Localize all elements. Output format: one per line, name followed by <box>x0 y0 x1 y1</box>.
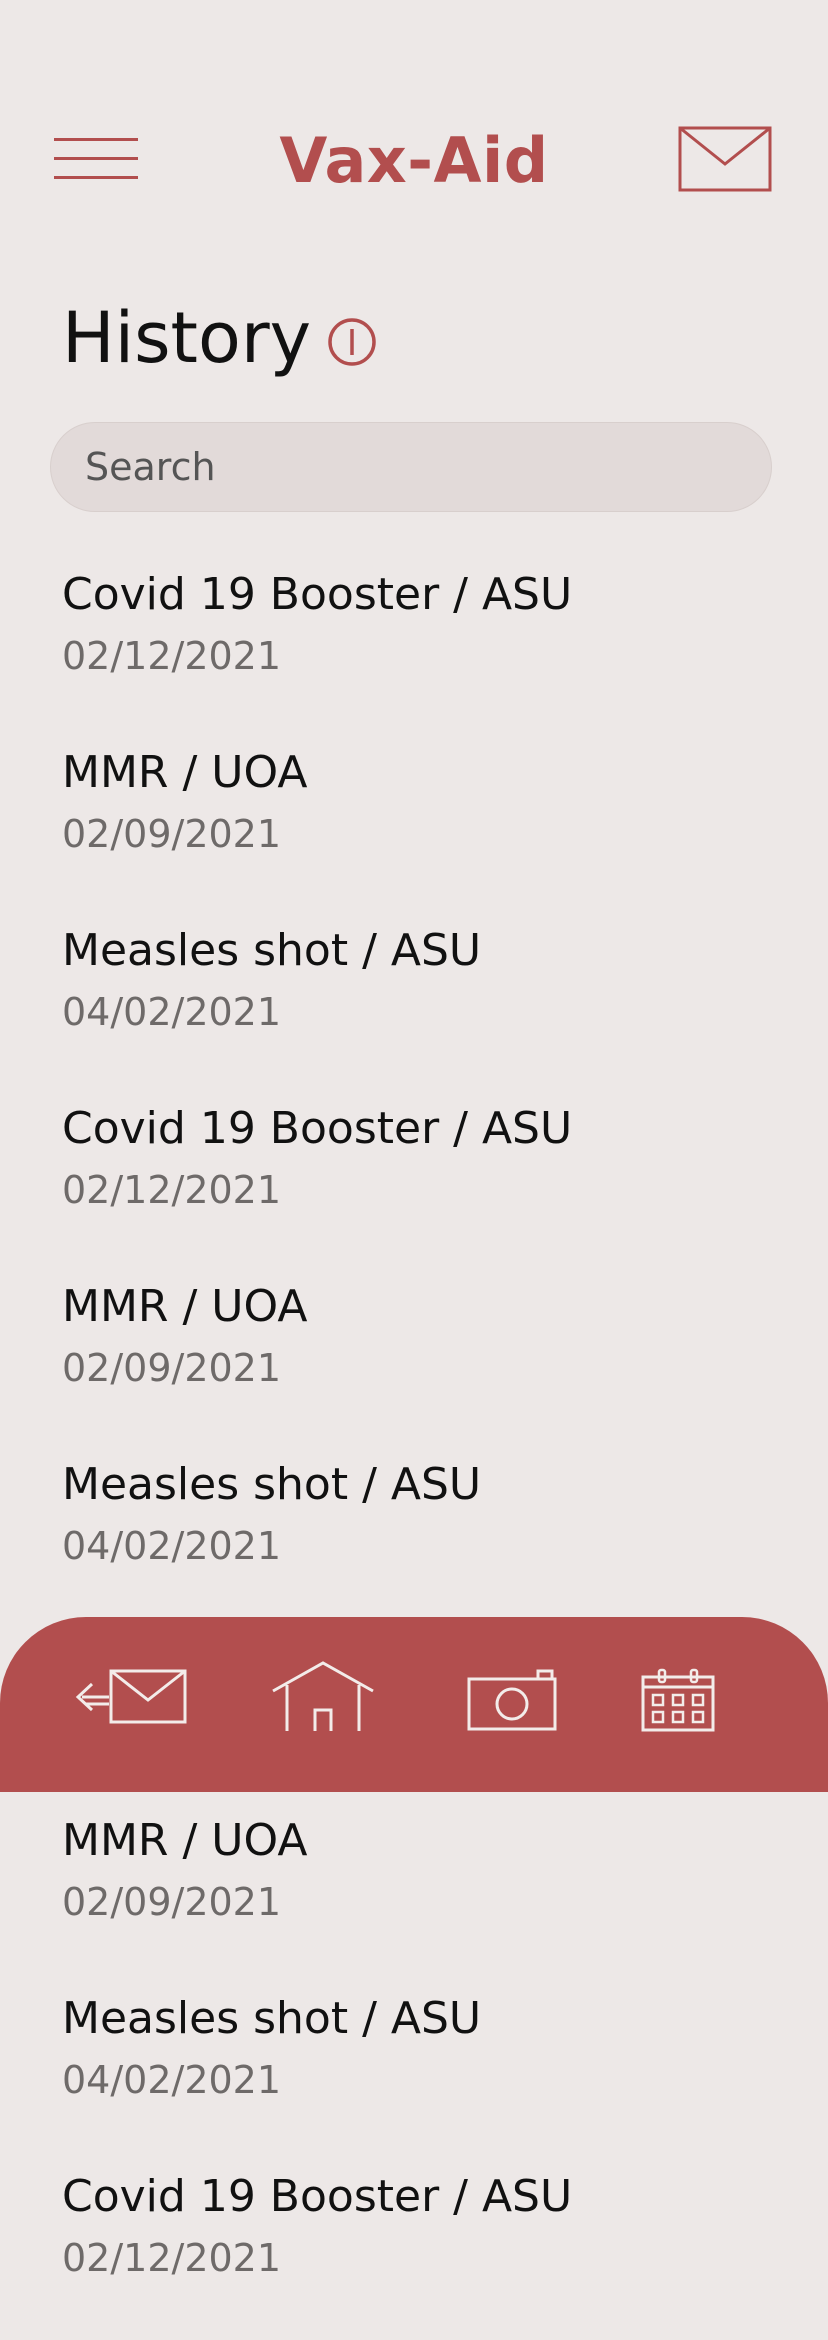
app-header: Vax-Aid <box>0 0 828 260</box>
page-title: History <box>62 297 312 379</box>
history-item-title: MMR / UOA <box>62 1815 308 1866</box>
history-list-item[interactable]: MMR / UOA 02/09/2021 <box>62 1806 782 1984</box>
history-list-item[interactable]: Covid 19 Booster / ASU 02/12/2021 <box>62 2162 782 2340</box>
home-icon[interactable] <box>270 1659 376 1733</box>
search-input[interactable] <box>51 423 771 511</box>
history-list-item[interactable]: Covid 19 Booster / ASU 02/12/2021 <box>62 560 782 738</box>
envelope-icon[interactable] <box>678 126 772 192</box>
history-item-date: 02/12/2021 <box>62 634 282 678</box>
history-item-date: 02/12/2021 <box>62 2236 282 2280</box>
history-item-title: Covid 19 Booster / ASU <box>62 569 573 620</box>
history-list-item[interactable]: Covid 19 Booster / ASU 02/12/2021 <box>62 1094 782 1272</box>
history-item-title: Covid 19 Booster / ASU <box>62 2171 573 2222</box>
history-item-title: Measles shot / ASU <box>62 925 482 976</box>
history-item-date: 04/02/2021 <box>62 990 282 1034</box>
history-list-item[interactable]: MMR / UOA 02/09/2021 <box>62 1272 782 1450</box>
camera-icon[interactable] <box>466 1669 558 1731</box>
history-item-date: 04/02/2021 <box>62 1524 282 1568</box>
history-list-item[interactable]: Measles shot / ASU 04/02/2021 <box>62 916 782 1094</box>
history-list-item[interactable]: Measles shot / ASU 04/02/2021 <box>62 1984 782 2162</box>
bottom-nav <box>0 1617 828 1792</box>
page-title-row: History <box>62 290 377 386</box>
history-item-date: 04/02/2021 <box>62 2058 282 2102</box>
history-item-title: MMR / UOA <box>62 1281 308 1332</box>
history-item-date: 02/09/2021 <box>62 1346 282 1390</box>
inbox-mail-icon[interactable] <box>74 1668 188 1728</box>
info-icon[interactable] <box>327 317 377 367</box>
history-item-date: 02/09/2021 <box>62 812 282 856</box>
search-bar[interactable] <box>50 422 772 512</box>
history-item-date: 02/12/2021 <box>62 1168 282 1212</box>
history-list-item[interactable]: Measles shot / ASU 04/02/2021 <box>62 1450 782 1628</box>
history-item-title: Measles shot / ASU <box>62 1459 482 1510</box>
history-item-title: Measles shot / ASU <box>62 1993 482 2044</box>
history-item-date: 02/09/2021 <box>62 1880 282 1924</box>
history-list-item[interactable]: MMR / UOA 02/09/2021 <box>62 738 782 916</box>
history-item-title: Covid 19 Booster / ASU <box>62 1103 573 1154</box>
history-item-title: MMR / UOA <box>62 747 308 798</box>
calendar-icon[interactable] <box>640 1667 716 1733</box>
history-list: Covid 19 Booster / ASU 02/12/2021 MMR / UO… <box>62 560 782 2340</box>
